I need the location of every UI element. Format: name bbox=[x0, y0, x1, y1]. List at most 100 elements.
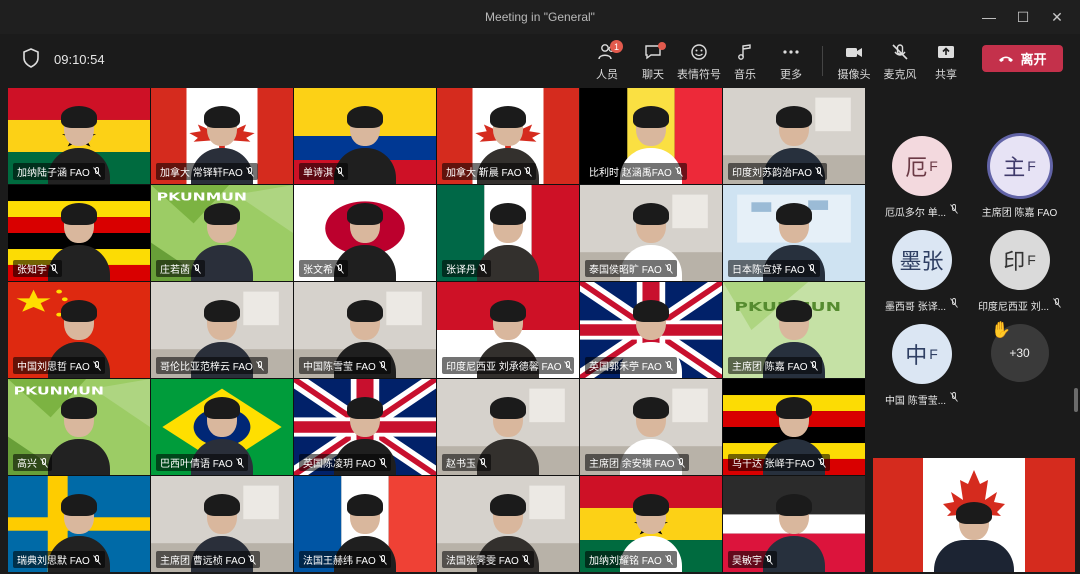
emoji-label: 表情符号 bbox=[677, 69, 721, 81]
avatar-initial: 墨 bbox=[899, 249, 922, 274]
participant-name: 日本陈宣妤 FAO bbox=[732, 265, 805, 276]
participant-video-tile[interactable]: 加纳刘耀铭 FAO bbox=[580, 476, 722, 572]
figure-hair bbox=[347, 397, 383, 419]
mic-muted-icon bbox=[255, 361, 264, 371]
participant-card[interactable]: 中F 中国 陈雪莹... bbox=[869, 324, 974, 407]
participant-video-tile[interactable]: 瑞典刘思默 FAO bbox=[8, 476, 150, 572]
participant-name: 中国刘思哲 FAO bbox=[17, 362, 90, 373]
figure-hair bbox=[61, 300, 97, 322]
window-title: Meeting in "General" bbox=[485, 10, 595, 24]
avatar: 印F bbox=[989, 230, 1050, 290]
camera-label: 摄像头 bbox=[837, 69, 871, 81]
figure-hair bbox=[490, 397, 526, 419]
more-button[interactable]: 更多 bbox=[768, 40, 814, 82]
participant-video-tile[interactable]: 印度尼西亚 刘承德馨 FAO bbox=[437, 282, 579, 378]
participant-video-tile[interactable]: 中国刘思哲 FAO bbox=[8, 282, 150, 378]
participant-name-label: 吴敏宇 bbox=[728, 551, 777, 568]
participant-video-tile[interactable]: PKUNMUN主席团 陈嘉 FAO bbox=[723, 282, 865, 378]
participant-video-tile[interactable]: 加纳陆子涵 FAO bbox=[8, 88, 150, 184]
people-button[interactable]: 1 人员 bbox=[584, 40, 630, 82]
avatar-suffix: F bbox=[1027, 158, 1036, 174]
participant-name: 英国陈凌玥 FAO bbox=[303, 459, 376, 470]
mic-muted-icon bbox=[664, 264, 673, 274]
participant-card[interactable]: 厄F 厄瓜多尔 单... bbox=[869, 136, 974, 219]
mic-button[interactable]: 麦克风 bbox=[877, 40, 923, 82]
participant-video-tile[interactable]: 泰国侯昭旷 FAO bbox=[580, 185, 722, 281]
chat-button[interactable]: 聊天 bbox=[630, 40, 676, 82]
toolbar-tools: 1 人员 聊天 表情符号 音乐 更多 摄像头 麦克风 共享 bbox=[584, 40, 969, 82]
people-label: 人员 bbox=[596, 69, 618, 81]
participant-video-tile[interactable]: 主席团 余安祺 FAO bbox=[580, 379, 722, 475]
participant-card[interactable]: 主F 主席团 陈嘉 FAO bbox=[967, 136, 1072, 219]
participant-name: 中国陈雪莹 FAO bbox=[303, 362, 376, 373]
participant-video-tile[interactable]: 吴敏宇 bbox=[723, 476, 865, 572]
emoji-button[interactable]: 表情符号 bbox=[676, 40, 722, 82]
participant-video-tile[interactable]: 哥伦比亚范梓云 FAO bbox=[151, 282, 293, 378]
participant-name-label: 巴西叶倩语 FAO bbox=[156, 454, 248, 471]
participant-name-label: 乌干达 张峄于FAO bbox=[728, 454, 830, 471]
figure-hair bbox=[633, 397, 669, 419]
participant-video-tile[interactable]: 乌干达 张峄于FAO bbox=[723, 379, 865, 475]
participant-name: 印度尼西亚 刘承德馨 FAO bbox=[446, 362, 562, 373]
mic-muted-icon bbox=[950, 204, 958, 214]
more-participants-button[interactable]: ✋ +30 bbox=[967, 322, 1072, 382]
participant-video-tile[interactable]: 赵书玉 bbox=[437, 379, 579, 475]
participant-name-label: 中国陈雪莹 FAO bbox=[299, 357, 391, 374]
participant-video-tile[interactable]: 巴西叶倩语 FAO bbox=[151, 379, 293, 475]
camera-button[interactable]: 摄像头 bbox=[831, 40, 877, 82]
participant-video-tile[interactable]: 张文希 bbox=[294, 185, 436, 281]
participant-video-tile[interactable]: 加拿大 常铎轩FAO bbox=[151, 88, 293, 184]
maximize-button[interactable]: ☐ bbox=[1008, 6, 1038, 28]
participant-video-tile[interactable]: PKUNMUN 高兴 bbox=[8, 379, 150, 475]
participant-video-tile[interactable]: 英国陈凌玥 FAO bbox=[294, 379, 436, 475]
avatar-suffix: F bbox=[1027, 252, 1036, 268]
participant-name: 主席团 余安祺 FAO bbox=[589, 459, 675, 470]
participant-video-tile[interactable]: 比利时 赵涵禹FAO bbox=[580, 88, 722, 184]
participant-name-label: 单诗淇 bbox=[299, 163, 348, 180]
participant-video-tile[interactable]: 法国张霁雯 FAO bbox=[437, 476, 579, 572]
participant-video-tile[interactable]: 英国郭禾苧 FAO bbox=[580, 282, 722, 378]
figure-hair bbox=[204, 106, 240, 128]
participant-video-tile[interactable]: 印度刘苏韵治FAO bbox=[723, 88, 865, 184]
panel-scrollbar[interactable] bbox=[1074, 388, 1078, 412]
figure-hair bbox=[347, 494, 383, 516]
mic-muted-icon bbox=[764, 555, 773, 565]
share-button[interactable]: 共享 bbox=[923, 40, 969, 82]
participant-name-row: 墨西哥 张译... bbox=[869, 298, 974, 313]
participant-panel: 厄F 厄瓜多尔 单... 主F 主席团 陈嘉 FAO 墨张 墨西哥 张译... bbox=[869, 88, 1080, 458]
camera-icon bbox=[844, 43, 864, 61]
participant-video-tile[interactable]: 法国王赫纬 FAO bbox=[294, 476, 436, 572]
participant-video-tile[interactable]: 张译丹 bbox=[437, 185, 579, 281]
participant-video-tile[interactable]: 加拿大 靳晨 FAO bbox=[437, 88, 579, 184]
shield-icon[interactable] bbox=[22, 48, 40, 68]
mic-muted-icon bbox=[1053, 298, 1061, 308]
participant-name-label: 高兴 bbox=[13, 454, 52, 471]
participant-video-tile[interactable]: 中国陈雪莹 FAO bbox=[294, 282, 436, 378]
teams-meeting-window: Meeting in "General" — ☐ ✕ 09:10:54 1 人员 bbox=[0, 0, 1080, 574]
leave-button[interactable]: 离开 bbox=[982, 45, 1063, 72]
figure-hair bbox=[776, 300, 812, 322]
mic-muted-icon bbox=[378, 458, 387, 468]
participant-video-tile[interactable]: 主席团 曹远桢 FAO bbox=[151, 476, 293, 572]
self-view-video[interactable] bbox=[873, 458, 1075, 572]
toolbar-divider bbox=[822, 46, 823, 76]
mic-muted-icon bbox=[39, 458, 48, 468]
figure-hair bbox=[490, 494, 526, 516]
music-button[interactable]: 音乐 bbox=[722, 40, 768, 82]
participant-video-tile[interactable]: PKUNMUN 庄若菡 bbox=[151, 185, 293, 281]
participant-video-tile[interactable]: 日本陈宣妤 FAO bbox=[723, 185, 865, 281]
avatar: 墨张 bbox=[891, 230, 952, 290]
mic-label: 麦克风 bbox=[883, 69, 917, 81]
participant-card[interactable]: 印F 印度尼西亚 刘... bbox=[967, 230, 1072, 313]
participant-video-tile[interactable]: 单诗淇 bbox=[294, 88, 436, 184]
participant-card[interactable]: 墨张 墨西哥 张译... bbox=[869, 230, 974, 313]
mic-muted-icon bbox=[817, 458, 826, 468]
minimize-button[interactable]: — bbox=[974, 6, 1004, 28]
participant-figure bbox=[44, 395, 114, 475]
close-button[interactable]: ✕ bbox=[1042, 6, 1072, 28]
participant-name: 加纳陆子涵 FAO bbox=[17, 168, 90, 179]
mic-muted-icon bbox=[478, 458, 487, 468]
mic-muted-icon bbox=[92, 167, 101, 177]
participant-video-tile[interactable]: 张知宇 bbox=[8, 185, 150, 281]
participant-name-label: 瑞典刘思默 FAO bbox=[13, 551, 105, 568]
